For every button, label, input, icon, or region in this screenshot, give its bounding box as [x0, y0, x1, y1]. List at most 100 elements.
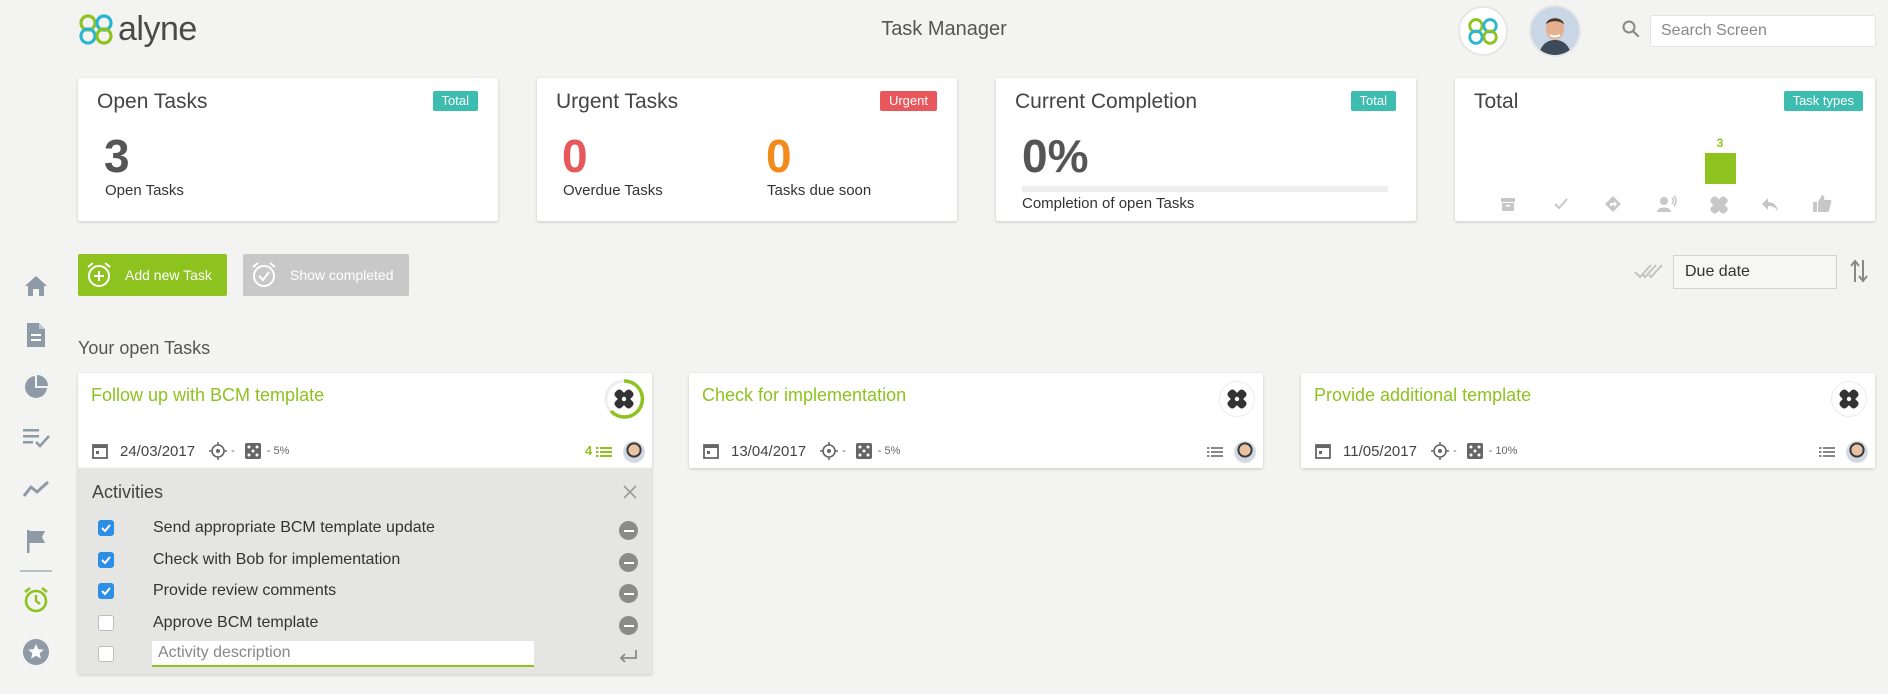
remove-activity-button[interactable] — [619, 584, 638, 603]
sort-by-value: Due date — [1685, 263, 1750, 280]
due-soon-caption: Tasks due soon — [767, 182, 872, 199]
reply-icon[interactable] — [1761, 195, 1779, 213]
close-icon[interactable] — [623, 485, 637, 499]
org-logo-button[interactable] — [1458, 6, 1508, 56]
add-new-task-label: Add new Task — [125, 267, 212, 283]
assignee-avatar[interactable] — [623, 441, 645, 463]
activities-title: Activities — [92, 482, 164, 502]
task-title[interactable]: Follow up with BCM template — [91, 385, 324, 406]
search-input[interactable] — [1650, 15, 1876, 47]
sort-by-select[interactable]: Due date — [1673, 255, 1837, 289]
archive-icon[interactable] — [1499, 195, 1517, 213]
enter-icon[interactable] — [618, 648, 638, 664]
direction-icon[interactable] — [1604, 195, 1622, 213]
activity-checkbox[interactable] — [98, 583, 114, 599]
completion-widget: Current Completion Total 0% Completion o… — [996, 78, 1416, 221]
list-icon[interactable] — [1819, 445, 1835, 459]
user-photo-icon — [1531, 7, 1579, 55]
checkmark-icon — [101, 556, 111, 565]
widget-title: Urgent Tasks — [556, 90, 679, 113]
show-completed-label: Show completed — [290, 267, 394, 283]
alarm-add-icon — [87, 262, 111, 287]
bandage-icon — [1839, 389, 1859, 409]
dice-icon — [1466, 443, 1483, 459]
total-badge: Total — [432, 91, 478, 111]
assignee-avatar[interactable] — [1234, 441, 1256, 463]
new-activity-checkbox[interactable] — [98, 646, 114, 662]
section-title: Your open Tasks — [78, 338, 211, 358]
task-types-widget: Total Task types 3 — [1455, 78, 1875, 221]
add-new-task-button[interactable]: Add new Task — [78, 254, 227, 296]
activity-item: Send appropriate BCM template update — [78, 513, 652, 544]
activity-checkbox[interactable] — [98, 615, 114, 631]
logo-text: alyne — [118, 10, 197, 48]
calendar-icon — [92, 444, 108, 459]
assignee-avatar[interactable] — [1846, 441, 1868, 463]
widget-title: Total — [1474, 90, 1519, 113]
task-type-bar — [1705, 153, 1736, 184]
bandage-icon — [614, 389, 634, 409]
remove-activity-button[interactable] — [619, 521, 638, 540]
list-icon[interactable] — [1207, 445, 1223, 459]
overdue-caption: Overdue Tasks — [563, 182, 663, 199]
task-title[interactable]: Provide additional template — [1314, 385, 1531, 406]
calendar-icon — [703, 444, 719, 459]
sort-order-icon[interactable] — [1849, 258, 1869, 284]
sidebar-item-milestones[interactable] — [22, 527, 50, 555]
remove-activity-button[interactable] — [619, 553, 638, 572]
activity-checkbox[interactable] — [98, 552, 114, 568]
activity-item: Check with Bob for implementation — [78, 545, 652, 576]
task-title[interactable]: Check for implementation — [702, 385, 906, 406]
location-target-icon — [209, 442, 228, 460]
thumbs-up-icon[interactable] — [1812, 194, 1832, 214]
activity-text[interactable]: Check with Bob for implementation — [153, 551, 400, 569]
home-icon — [25, 276, 47, 296]
bandage-icon[interactable] — [1709, 195, 1729, 215]
task-due-date: 13/04/2017 — [731, 442, 807, 460]
activity-text[interactable]: Send appropriate BCM template update — [153, 519, 435, 537]
task-percent: - 5% — [877, 445, 901, 457]
sidebar-item-favorites[interactable] — [22, 638, 50, 666]
page-title: Task Manager — [881, 18, 1007, 40]
trend-line-icon — [22, 480, 50, 497]
task-type-indicator — [1831, 381, 1867, 417]
task-types-badge: Task types — [1783, 91, 1863, 111]
sidebar-item-tasks[interactable] — [22, 586, 50, 614]
bar-value-label: 3 — [1716, 136, 1724, 150]
show-completed-button[interactable]: Show completed — [243, 254, 409, 296]
list-icon[interactable] — [596, 445, 612, 459]
people-talk-icon[interactable] — [1656, 195, 1678, 213]
check-icon[interactable] — [1552, 195, 1570, 213]
sidebar-item-assessments[interactable] — [22, 424, 50, 452]
alarm-check-icon — [252, 262, 276, 287]
sidebar-item-home[interactable] — [22, 272, 50, 300]
remove-activity-button[interactable] — [619, 616, 638, 635]
activity-checkbox[interactable] — [98, 520, 114, 536]
task-card[interactable]: Provide additional template 11/05/2017 -… — [1301, 373, 1875, 468]
checkmark-icon — [101, 524, 111, 533]
sidebar-item-reports[interactable] — [22, 373, 50, 401]
open-tasks-caption: Open Tasks — [105, 182, 184, 199]
double-check-icon[interactable] — [1634, 261, 1664, 281]
widget-title: Open Tasks — [97, 90, 208, 113]
location-target-icon — [1430, 442, 1449, 460]
bandage-icon — [1227, 389, 1247, 409]
activity-text[interactable]: Provide review comments — [153, 582, 336, 600]
task-percent: - 10% — [1488, 445, 1518, 457]
task-location: - — [1452, 445, 1457, 457]
sidebar-item-analytics[interactable] — [22, 475, 50, 503]
completion-caption: Completion of open Tasks — [1022, 195, 1195, 212]
search-icon[interactable] — [1621, 19, 1641, 39]
task-card[interactable]: Follow up with BCM template 24/03/2017 -… — [78, 373, 652, 468]
dice-icon — [244, 443, 261, 459]
activities-count[interactable]: 4 — [585, 443, 592, 458]
task-due-date: 24/03/2017 — [120, 442, 196, 460]
alyne-logo[interactable]: alyne — [78, 10, 197, 48]
task-progress-indicator — [603, 378, 645, 420]
activity-text[interactable]: Approve BCM template — [153, 614, 318, 632]
task-card[interactable]: Check for implementation 13/04/2017 - - … — [689, 373, 1263, 468]
activity-description-input[interactable] — [152, 641, 534, 667]
sidebar-item-documents[interactable] — [22, 321, 50, 349]
user-avatar[interactable] — [1529, 5, 1581, 57]
completion-progress-bar — [1022, 186, 1388, 192]
